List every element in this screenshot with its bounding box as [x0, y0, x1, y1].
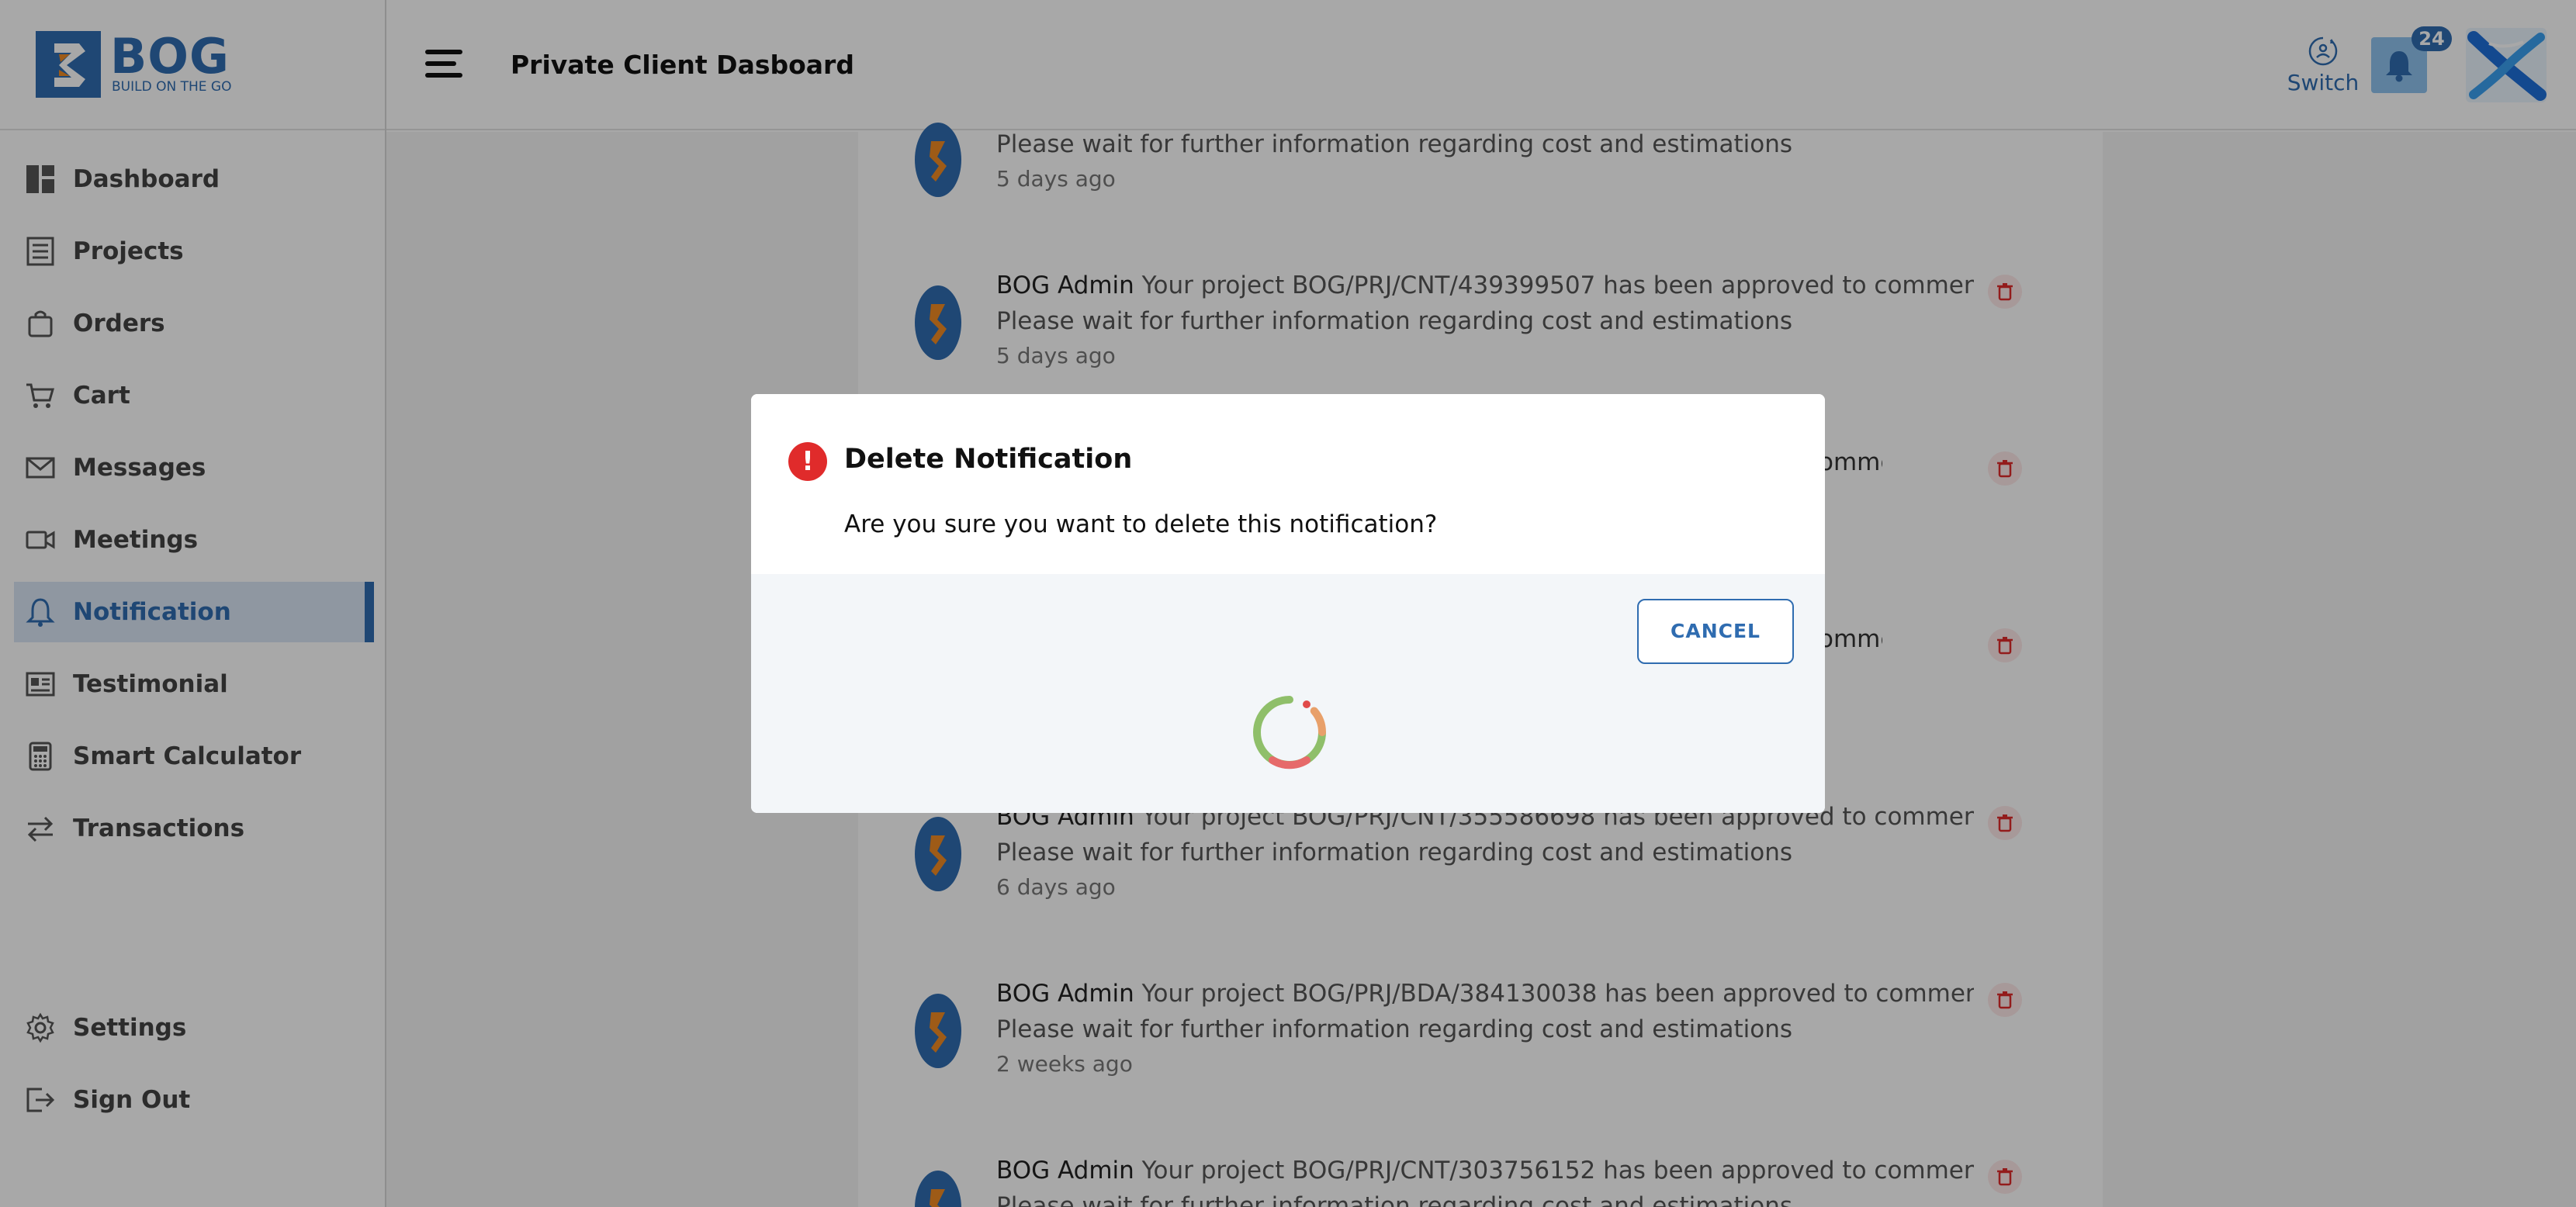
dialog-title: Delete Notification	[844, 444, 1133, 475]
cancel-button[interactable]: CANCEL	[1637, 599, 1794, 664]
dialog-header: ! Delete Notification Are you sure you w…	[751, 394, 1825, 574]
error-icon: !	[788, 442, 827, 481]
loading-spinner-icon	[1253, 696, 1326, 770]
delete-notification-dialog: ! Delete Notification Are you sure you w…	[751, 394, 1825, 813]
dialog-message: Are you sure you want to delete this not…	[844, 510, 1438, 538]
